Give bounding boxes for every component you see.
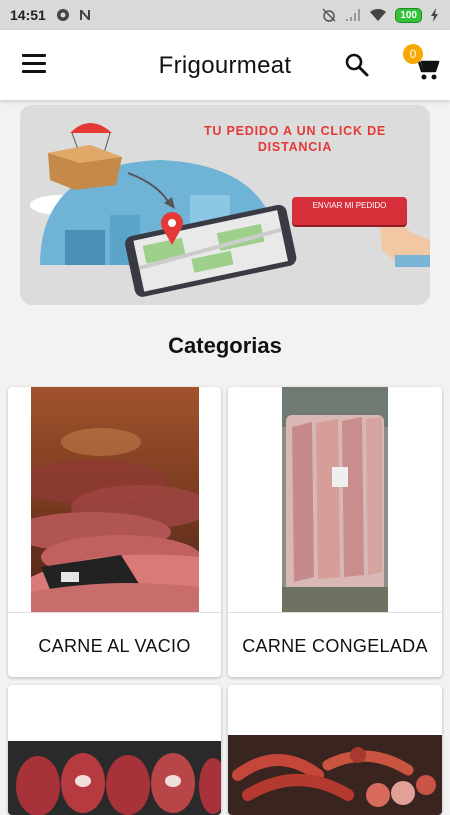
app-title: Frigourmeat — [158, 52, 292, 79]
charging-icon — [431, 8, 438, 22]
card-divider — [228, 612, 442, 613]
signal-icon — [346, 9, 361, 21]
category-label: CARNE CONGELADA — [242, 636, 428, 656]
category-image-carne-congelada — [282, 387, 388, 612]
category-image-sausages — [228, 735, 442, 815]
status-time: 14:51 — [10, 7, 46, 23]
battery-indicator: 100 — [395, 7, 422, 23]
alarm-off-icon — [322, 8, 336, 22]
card-divider — [8, 612, 221, 613]
search-button[interactable] — [344, 52, 370, 78]
category-card-3[interactable] — [8, 685, 221, 815]
category-label: CARNE AL VACIO — [38, 636, 191, 656]
banner-send-order-button[interactable]: ENVIAR MI PEDIDO — [292, 197, 407, 225]
category-image-carne-al-vacio — [31, 387, 199, 612]
status-bar: 14:51 100 — [0, 0, 450, 30]
banner-headline: TU PEDIDO A UN CLICK DE DISTANCIA — [203, 124, 387, 154]
search-icon — [345, 53, 369, 77]
category-card-carne-congelada[interactable]: CARNE CONGELADA — [228, 387, 442, 677]
wifi-icon — [370, 8, 387, 21]
category-image-steaks — [8, 741, 221, 815]
promo-banner[interactable]: TU PEDIDO A UN CLICK DE DISTANCIA ENVIAR… — [20, 105, 430, 305]
category-card-carne-al-vacio[interactable]: CARNE AL VACIO — [8, 387, 221, 677]
n-notification-icon — [79, 10, 90, 20]
cart-count-badge: 0 — [403, 44, 423, 64]
categories-title: Categorias — [168, 333, 282, 358]
chrome-icon — [56, 9, 69, 21]
category-card-4[interactable] — [228, 685, 442, 815]
app-bar: Frigourmeat 0 — [0, 30, 450, 100]
